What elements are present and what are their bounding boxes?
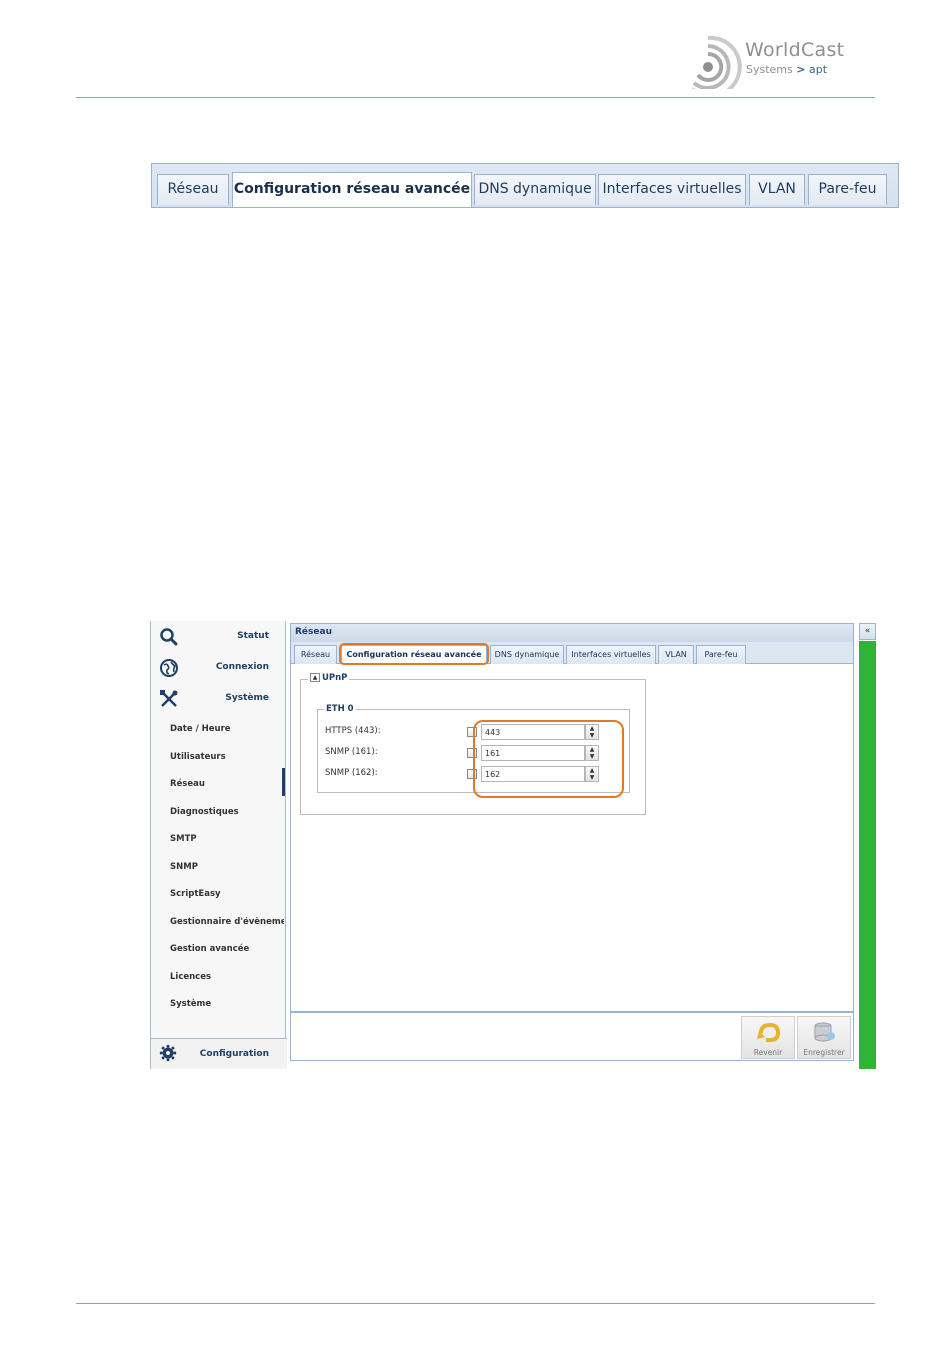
- sidebar-item-reseau[interactable]: Réseau: [170, 779, 205, 789]
- action-bar: Revenir Enregistrer: [290, 1012, 854, 1061]
- tab-interfaces-virtuelles[interactable]: Interfaces virtuelles: [598, 174, 746, 205]
- sidebar-section-label: Statut: [237, 631, 269, 641]
- sidebar-item-gestionnaire-evenement[interactable]: Gestionnaire d'évènement: [170, 917, 284, 927]
- tab-strip-large: Réseau Configuration réseau avancée DNS …: [151, 163, 899, 208]
- worldcast-logo: WorldCast Systems > apt: [690, 33, 875, 89]
- upnp-legend[interactable]: ▲ UPnP: [308, 673, 350, 683]
- upnp-fieldset: ▲ UPnP ETH 0 HTTPS (443): 443 ▲ ▼ SNMP (16…: [300, 673, 646, 815]
- signal-waves-icon: [692, 35, 742, 89]
- sidebar-item-licences[interactable]: Licences: [170, 972, 211, 982]
- tab-pare-feu[interactable]: Pare-feu: [696, 645, 746, 664]
- sidebar: Statut Connexion Système Date / Heure Ut…: [150, 621, 287, 1069]
- logo-subline: Systems > apt: [746, 63, 827, 76]
- search-icon: [160, 628, 178, 646]
- settings-panel: Réseau Réseau Configuration réseau avanc…: [290, 623, 854, 1012]
- sidebar-item-date-heure[interactable]: Date / Heure: [170, 724, 231, 734]
- field-label: SNMP (161):: [325, 747, 378, 757]
- panel-title: Réseau: [291, 624, 853, 642]
- field-label: HTTPS (443):: [325, 726, 381, 736]
- sidebar-item-systeme[interactable]: Système: [170, 999, 211, 1009]
- tab-vlan[interactable]: VLAN: [658, 645, 694, 664]
- tab-vlan[interactable]: VLAN: [749, 174, 805, 205]
- gear-icon: [159, 1044, 177, 1062]
- header-rule: [76, 97, 875, 98]
- collapse-panel-button[interactable]: «: [859, 623, 876, 640]
- tab-configuration-reseau-avancee[interactable]: Configuration réseau avancée: [232, 172, 472, 207]
- eth0-fieldset: ETH 0 HTTPS (443): 443 ▲ ▼ SNMP (161): 16…: [317, 704, 630, 798]
- sidebar-section-label: Connexion: [215, 662, 269, 672]
- sidebar-section-systeme[interactable]: Système: [151, 684, 287, 714]
- sidebar-section-label: Système: [225, 693, 269, 703]
- app-screenshot: Statut Connexion Système Date / Heure Ut…: [150, 621, 876, 1069]
- revert-label: Revenir: [753, 1048, 783, 1057]
- tab-reseau[interactable]: Réseau: [294, 645, 337, 664]
- sidebar-item-smtp[interactable]: SMTP: [170, 834, 197, 844]
- sidebar-active-indicator: [282, 768, 285, 796]
- revert-button[interactable]: Revenir: [741, 1016, 795, 1059]
- eth0-legend: ETH 0: [324, 704, 356, 714]
- logo-chevron: >: [796, 63, 806, 76]
- collapse-up-icon[interactable]: ▲: [310, 673, 320, 682]
- highlight-ring: [473, 720, 624, 798]
- database-save-icon: [814, 1022, 835, 1042]
- logo-systems: Systems: [746, 63, 793, 76]
- tab-dns-dynamique[interactable]: DNS dynamique: [490, 645, 564, 664]
- field-label: SNMP (162):: [325, 768, 378, 778]
- sidebar-item-gestion-avancee[interactable]: Gestion avancée: [170, 944, 249, 954]
- sidebar-section-label: Configuration: [199, 1049, 269, 1059]
- highlight-ring: [339, 643, 489, 665]
- sidebar-item-scripteasy[interactable]: ScriptEasy: [170, 889, 221, 899]
- footer-rule: [76, 1303, 875, 1304]
- sidebar-item-utilisateurs[interactable]: Utilisateurs: [170, 752, 226, 762]
- upnp-legend-label: UPnP: [322, 673, 348, 683]
- tab-reseau[interactable]: Réseau: [157, 174, 229, 205]
- sidebar-section-connexion[interactable]: Connexion: [151, 653, 287, 683]
- globe-icon: [160, 659, 178, 677]
- sidebar-item-diagnostiques[interactable]: Diagnostiques: [170, 807, 239, 817]
- logo-wordmark: WorldCast: [745, 39, 845, 61]
- sidebar-section-statut[interactable]: Statut: [151, 622, 287, 652]
- sidebar-item-snmp[interactable]: SNMP: [170, 862, 198, 872]
- sidebar-section-configuration[interactable]: Configuration: [151, 1038, 287, 1069]
- logo-apt: apt: [808, 63, 828, 76]
- tools-icon: [160, 690, 178, 707]
- tab-interfaces-virtuelles[interactable]: Interfaces virtuelles: [566, 645, 656, 664]
- revert-icon: [757, 1022, 781, 1042]
- save-button[interactable]: Enregistrer: [797, 1016, 851, 1059]
- tab-dns-dynamique[interactable]: DNS dynamique: [474, 174, 596, 205]
- status-bar: [859, 641, 876, 1069]
- tab-pare-feu[interactable]: Pare-feu: [808, 174, 887, 205]
- save-label: Enregistrer: [803, 1048, 845, 1057]
